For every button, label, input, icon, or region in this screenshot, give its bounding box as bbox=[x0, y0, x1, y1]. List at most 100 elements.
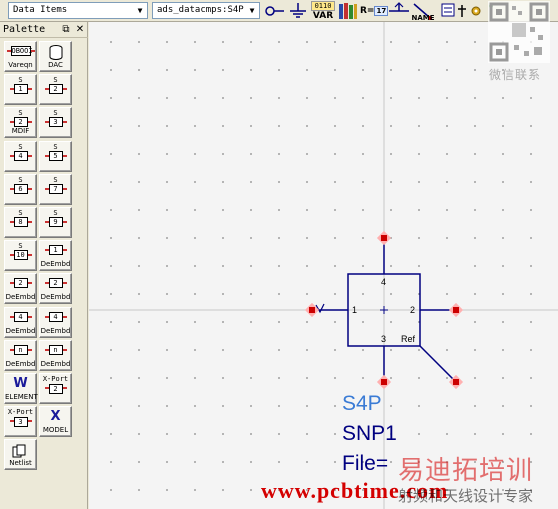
palette-pin bbox=[27, 348, 32, 351]
palette-pin bbox=[9, 221, 14, 223]
palette-item-s5p[interactable]: S5 bbox=[39, 140, 72, 172]
palette-item-box: 4 bbox=[48, 311, 63, 322]
palette-item-top-label: S bbox=[53, 209, 58, 217]
palette-item-caption: DeEmbd bbox=[40, 260, 71, 269]
port3-label: 3 bbox=[381, 334, 387, 344]
palette-item-box: 2 bbox=[13, 278, 28, 289]
pin-port2[interactable] bbox=[448, 302, 464, 318]
palette-pin bbox=[62, 121, 67, 124]
palette-item-box: 3 bbox=[13, 417, 28, 428]
palette-pin bbox=[62, 88, 67, 91]
palette-item-s9p[interactable]: S9 bbox=[39, 207, 72, 238]
data-items-dropdown[interactable]: Data Items ▼ bbox=[8, 2, 148, 19]
palette-item-box: 5 bbox=[48, 150, 63, 161]
palette-item-caption: Vareqn bbox=[8, 61, 33, 69]
palette-item-box: 2 bbox=[48, 384, 63, 394]
palette-item-s6p[interactable]: S6 bbox=[4, 173, 37, 205]
palette-pin bbox=[62, 348, 67, 351]
resistor-param-button[interactable]: R= 17 bbox=[360, 1, 389, 21]
close-icon[interactable]: ✕ bbox=[74, 23, 86, 36]
palette-pin bbox=[27, 154, 32, 157]
palette-pin bbox=[27, 254, 32, 257]
palette-item-caption: DeEmbd bbox=[40, 293, 71, 302]
data-items-value: Data Items bbox=[13, 5, 68, 15]
wechat-contact-watermark: 微信联系 bbox=[489, 68, 542, 82]
pin-icon[interactable] bbox=[456, 1, 468, 21]
palette-pin bbox=[44, 387, 49, 389]
undock-icon[interactable]: ⧉ bbox=[60, 23, 72, 36]
palette-item-xport2[interactable]: X-Port 2 bbox=[39, 373, 72, 404]
ref-lead bbox=[419, 345, 457, 383]
component-library-icon[interactable] bbox=[441, 1, 455, 21]
palette-item-vareqn[interactable]: OBOOI Vareqn bbox=[4, 41, 37, 72]
palette-item-caption: MDIF bbox=[11, 127, 30, 136]
pin-port3[interactable] bbox=[376, 374, 392, 390]
palette-item-s10p[interactable]: S 10 bbox=[4, 240, 37, 272]
schematic-canvas[interactable]: 4 1 2 3 Ref S4P SNP1 File= 易迪拓培训 www.pcb… bbox=[89, 22, 558, 509]
palette-item-s2p[interactable]: S2 bbox=[39, 74, 72, 106]
name-button[interactable]: NAME bbox=[411, 1, 435, 22]
palette-item-deembed2[interactable]: 2 DeEmbd bbox=[4, 273, 37, 305]
ground-icon[interactable] bbox=[287, 1, 309, 21]
palette-item-netlist[interactable]: Netlist bbox=[4, 439, 37, 471]
palette-item-box: 7 bbox=[48, 183, 63, 194]
palette-item-top-label: S bbox=[53, 142, 58, 151]
palette-pin bbox=[62, 249, 67, 252]
qr-code-watermark bbox=[488, 1, 550, 63]
palette-pin bbox=[44, 249, 49, 252]
chevron-down-icon[interactable]: ▼ bbox=[134, 4, 146, 17]
palette-item-xport3[interactable]: X-Port 3 bbox=[4, 406, 37, 438]
palette-item-top-label: X-Port bbox=[42, 375, 69, 383]
palette-item-model[interactable]: X MODEL bbox=[39, 406, 72, 438]
palette-item-box: 8 bbox=[13, 217, 28, 227]
palette-item-deembed4[interactable]: 4 DeEmbd bbox=[4, 306, 37, 338]
palette-item-deembed2b[interactable]: 2 DeEmbd bbox=[39, 273, 72, 305]
palette-item-deembed4b[interactable]: 4 DeEmbd bbox=[39, 306, 72, 338]
port2-label: 2 bbox=[410, 305, 416, 315]
palette-item-caption: DAC bbox=[48, 61, 63, 69]
palette-item-s8p[interactable]: S8 bbox=[4, 207, 37, 238]
palette-item-element[interactable]: W ELEMENT bbox=[4, 373, 38, 404]
chevron-down-icon[interactable]: ▼ bbox=[246, 4, 258, 17]
palette-item-deembed1[interactable]: 1 DeEmbd bbox=[39, 240, 72, 272]
palette-item-box: 4 bbox=[13, 150, 28, 161]
palette-item-top-label: S bbox=[18, 76, 23, 85]
palette-pin bbox=[6, 50, 11, 52]
palette-pin bbox=[9, 315, 14, 318]
palette-pin bbox=[44, 282, 49, 285]
wire-tee-icon[interactable] bbox=[387, 1, 411, 21]
gear-icon[interactable] bbox=[469, 1, 483, 21]
library-icon[interactable] bbox=[337, 1, 359, 21]
palette-item-s1p[interactable]: S1 bbox=[4, 74, 37, 106]
netlist-icon bbox=[12, 444, 26, 458]
port-icon[interactable] bbox=[262, 1, 286, 21]
component-value: ads_datacmps:S4P bbox=[157, 5, 244, 15]
palette-item-s3p[interactable]: S3 bbox=[39, 107, 72, 139]
palette-pin bbox=[44, 315, 49, 318]
var-button[interactable]: 0110 VAR bbox=[311, 1, 335, 21]
palette-item-caption: DeEmbd bbox=[40, 359, 71, 368]
palette-pin bbox=[9, 254, 14, 257]
palette-pin bbox=[27, 221, 32, 223]
palette-item-deembedn[interactable]: n DeEmbd bbox=[4, 339, 37, 371]
palette-header: Palette ⧉ ✕ bbox=[0, 22, 88, 38]
palette-pin bbox=[27, 315, 32, 318]
palette-pin bbox=[62, 387, 67, 389]
palette-pin bbox=[9, 187, 14, 190]
palette-item-dac[interactable]: DAC bbox=[39, 41, 72, 72]
palette-item-box: 1 bbox=[13, 84, 28, 95]
component-dropdown[interactable]: ads_datacmps:S4P ▼ bbox=[152, 2, 260, 19]
pin-port1[interactable] bbox=[304, 302, 320, 318]
palette-item-caption: MODEL bbox=[42, 426, 69, 435]
schematic-drawing bbox=[89, 22, 558, 509]
palette-item-s2p-mdif[interactable]: S 2 MDIF bbox=[4, 107, 37, 139]
palette-item-s4p[interactable]: S4 bbox=[4, 140, 37, 172]
pin-port4[interactable] bbox=[376, 230, 392, 246]
name-text: NAME bbox=[411, 14, 435, 22]
palette-item-s7p[interactable]: S7 bbox=[39, 173, 72, 205]
palette-item-deembedn2[interactable]: n DeEmbd bbox=[39, 339, 72, 371]
palette-item-top-label: S bbox=[18, 242, 23, 251]
port4-label: 4 bbox=[381, 277, 387, 287]
palette-pin bbox=[9, 420, 14, 423]
palette-item-top-label: S bbox=[53, 76, 58, 85]
